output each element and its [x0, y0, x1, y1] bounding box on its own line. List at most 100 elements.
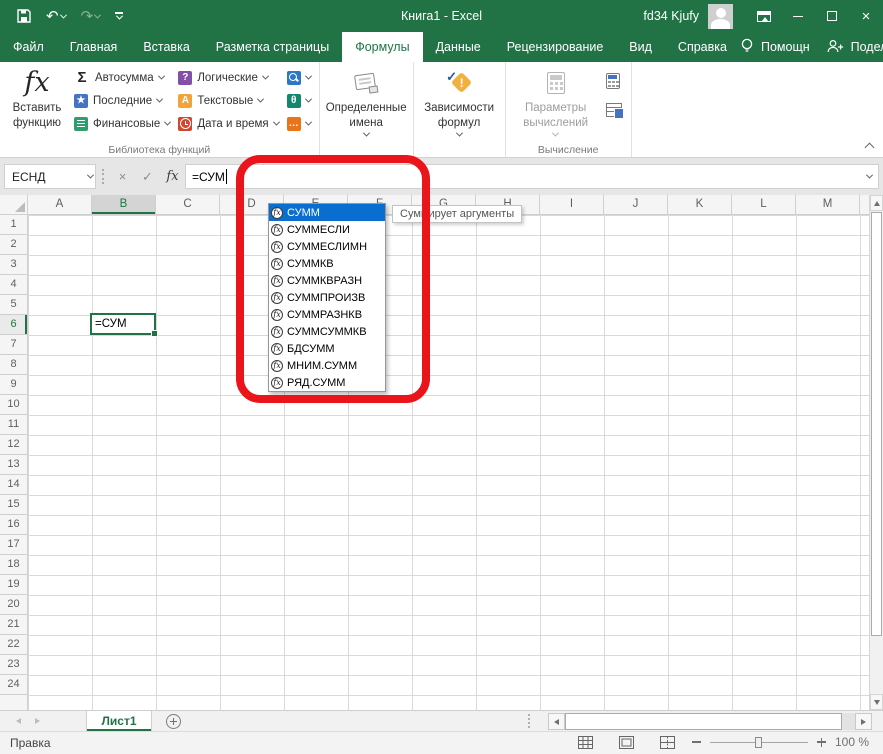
horizontal-scroll-thumb[interactable]	[565, 713, 842, 730]
scroll-left-arrow[interactable]	[548, 713, 565, 730]
column-header[interactable]: B	[92, 195, 156, 214]
autocomplete-item[interactable]: fx СУММРАЗНКВ	[269, 306, 385, 323]
formula-input[interactable]: =СУМ	[185, 164, 879, 189]
redo-button[interactable]: ↷	[81, 9, 101, 24]
autocomplete-item[interactable]: fx СУММ	[269, 204, 385, 221]
ribbon-tab[interactable]: Разметка страницы	[203, 32, 342, 62]
help-assistant-label[interactable]: Помощн	[761, 40, 810, 54]
enter-button[interactable]: ✓	[135, 164, 160, 189]
ribbon-tab[interactable]: Вставка	[130, 32, 202, 62]
row-header[interactable]: 2	[0, 235, 27, 255]
formula-auditing-button[interactable]: !✓ Зависимости формул	[411, 65, 507, 143]
share-label[interactable]: Поделиться	[851, 40, 883, 54]
math-trig-button[interactable]: θ	[283, 89, 315, 112]
insert-function-fx-button[interactable]: fx	[160, 164, 185, 189]
row-header[interactable]: 24	[0, 675, 27, 695]
datetime-button[interactable]: Дата и время	[174, 112, 282, 135]
row-header[interactable]: 22	[0, 635, 27, 655]
ribbon-tab[interactable]: Формулы	[342, 32, 422, 62]
name-box[interactable]: ЕСНД	[4, 164, 96, 189]
column-header[interactable]: K	[668, 195, 732, 214]
page-layout-view-icon[interactable]	[619, 736, 634, 749]
select-all-corner[interactable]	[0, 195, 28, 215]
row-header[interactable]: 16	[0, 515, 27, 535]
prev-sheet-arrow[interactable]	[16, 718, 21, 724]
vertical-scroll-thumb[interactable]	[871, 212, 882, 636]
calculate-now-button[interactable]	[602, 69, 626, 92]
spreadsheet-grid[interactable]	[28, 215, 869, 710]
row-header[interactable]: 10	[0, 395, 27, 415]
row-header[interactable]: 8	[0, 355, 27, 375]
row-header[interactable]: 3	[0, 255, 27, 275]
autocomplete-item[interactable]: fx СУММСУММКВ	[269, 323, 385, 340]
defined-names-button[interactable]: Определенные имена	[317, 65, 415, 143]
tab-file[interactable]: Файл	[0, 32, 57, 62]
save-icon[interactable]	[17, 9, 31, 23]
row-header[interactable]: 5	[0, 295, 27, 315]
scroll-up-arrow[interactable]	[870, 195, 883, 211]
zoom-slider-thumb[interactable]	[755, 737, 762, 748]
row-header[interactable]: 21	[0, 615, 27, 635]
avatar[interactable]	[708, 4, 733, 29]
autosum-button[interactable]: Σ Автосумма	[70, 66, 174, 89]
horizontal-scroll-track[interactable]	[842, 713, 855, 730]
autocomplete-item[interactable]: fx СУММКВРАЗН	[269, 272, 385, 289]
row-header[interactable]: 9	[0, 375, 27, 395]
ribbon-tab[interactable]: Главная	[57, 32, 131, 62]
zoom-level[interactable]: 100 %	[835, 735, 869, 749]
collapse-ribbon-icon[interactable]	[865, 143, 875, 153]
autocomplete-item[interactable]: fx БДСУММ	[269, 340, 385, 357]
share-person-icon[interactable]	[827, 39, 844, 56]
formula-bar-handle[interactable]	[96, 169, 110, 185]
normal-view-icon[interactable]	[578, 736, 593, 749]
logical-button[interactable]: ? Логические	[174, 66, 282, 89]
close-button[interactable]: ×	[849, 0, 883, 32]
text-functions-button[interactable]: A Текстовые	[174, 89, 282, 112]
column-header[interactable]: I	[540, 195, 604, 214]
minimize-button[interactable]	[781, 0, 815, 32]
column-header[interactable]: J	[604, 195, 668, 214]
row-header[interactable]: 18	[0, 555, 27, 575]
active-cell-b6[interactable]: =СУМ	[90, 313, 156, 335]
autocomplete-item[interactable]: fx МНИМ.СУММ	[269, 357, 385, 374]
ribbon-display-options-button[interactable]	[747, 0, 781, 32]
ribbon-tab[interactable]: Рецензирование	[494, 32, 617, 62]
calculate-sheet-button[interactable]	[602, 98, 626, 121]
cancel-button[interactable]: ×	[110, 164, 135, 189]
customize-qat-button[interactable]	[115, 12, 123, 19]
page-break-view-icon[interactable]	[660, 736, 675, 749]
recent-functions-button[interactable]: ★ Последние	[70, 89, 174, 112]
column-header[interactable]: C	[156, 195, 220, 214]
horizontal-scrollbar[interactable]	[548, 713, 872, 730]
autocomplete-item[interactable]: fx СУММЕСЛИ	[269, 221, 385, 238]
ribbon-tab[interactable]: Данные	[423, 32, 494, 62]
row-header[interactable]: 15	[0, 495, 27, 515]
row-header[interactable]: 13	[0, 455, 27, 475]
autocomplete-item[interactable]: fx СУММКВ	[269, 255, 385, 272]
help-lightbulb-icon[interactable]	[740, 38, 754, 57]
calculation-options-button[interactable]: Параметры вычислений	[510, 65, 602, 143]
tab-splitter-handle[interactable]	[528, 714, 530, 728]
sheet-tab[interactable]: Лист1	[86, 711, 152, 731]
scroll-down-arrow[interactable]	[870, 694, 883, 710]
add-sheet-button[interactable]	[152, 711, 194, 731]
undo-button[interactable]: ↶	[46, 9, 66, 24]
expand-formula-bar-icon[interactable]	[866, 172, 873, 179]
column-header[interactable]: A	[28, 195, 92, 214]
ribbon-tab[interactable]: Вид	[616, 32, 665, 62]
row-header[interactable]: 20	[0, 595, 27, 615]
more-functions-button[interactable]: …	[283, 112, 315, 135]
lookup-reference-button[interactable]	[283, 66, 315, 89]
autocomplete-item[interactable]: fx РЯД.СУММ	[269, 374, 385, 391]
zoom-out-icon[interactable]	[692, 741, 701, 743]
column-header[interactable]: L	[732, 195, 796, 214]
scroll-right-arrow[interactable]	[855, 713, 872, 730]
row-header[interactable]: 1	[0, 215, 27, 235]
row-header[interactable]: 14	[0, 475, 27, 495]
autocomplete-item[interactable]: fx СУММПРОИЗВ	[269, 289, 385, 306]
row-header[interactable]: 23	[0, 655, 27, 675]
autocomplete-item[interactable]: fx СУММЕСЛИМН	[269, 238, 385, 255]
row-header[interactable]: 6	[0, 315, 27, 335]
financial-button[interactable]: Финансовые	[70, 112, 174, 135]
row-header[interactable]: 11	[0, 415, 27, 435]
